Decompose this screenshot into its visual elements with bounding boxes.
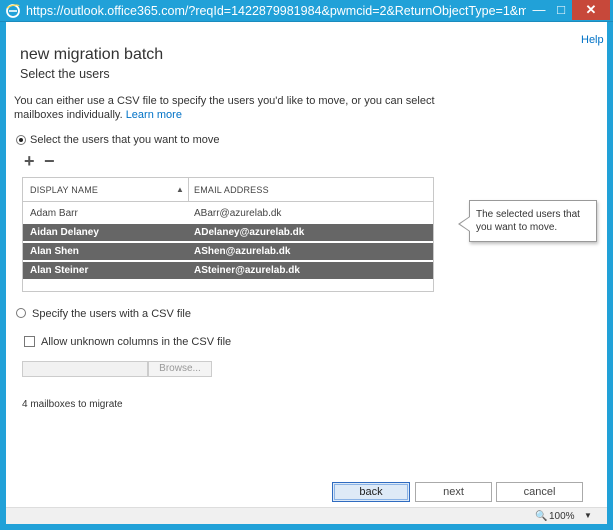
callout-pointer-fill [460,217,470,231]
row-display-name: Adam Barr [30,208,78,219]
chevron-down-icon[interactable]: ▼ [584,511,592,520]
table-row[interactable]: Alan Shen AShen@azurelab.dk [23,243,433,260]
column-divider[interactable] [188,178,189,202]
row-email-address: ABarr@azurelab.dk [194,208,282,219]
page-title: new migration batch [20,46,164,63]
row-email-address: ASteiner@azurelab.dk [194,265,300,276]
back-button[interactable]: back [332,482,410,502]
row-display-name: Alan Shen [30,246,79,257]
browser-titlebar: https://outlook.office365.com/?reqId=142… [0,0,613,22]
page-subtitle: Select the users [20,67,110,81]
csv-file-label[interactable]: Specify the users with a CSV file [32,308,191,320]
dialog-content: Help new migration batch Select the user… [6,22,607,507]
select-users-label[interactable]: Select the users that you want to move [30,134,220,146]
sort-ascending-icon[interactable]: ▲ [176,185,184,194]
column-header-email-address[interactable]: EMAIL ADDRESS [194,185,269,195]
add-icon[interactable]: + [24,152,35,170]
table-row[interactable]: Adam Barr ABarr@azurelab.dk [23,205,433,222]
allow-unknown-columns-label[interactable]: Allow unknown columns in the CSV file [41,336,231,348]
column-header-display-name[interactable]: DISPLAY NAME [30,185,98,195]
maximize-button[interactable]: □ [550,0,572,20]
allow-unknown-columns-checkbox[interactable] [24,336,35,347]
intro-text: You can either use a CSV file to specify… [14,94,454,122]
window-frame-right [607,22,613,530]
window-frame-bottom [0,524,613,530]
browse-button: Browse... [148,361,212,377]
remove-icon[interactable]: − [44,152,55,170]
users-grid: DISPLAY NAME ▲ EMAIL ADDRESS Adam Barr A… [22,177,434,292]
grid-header: DISPLAY NAME ▲ EMAIL ADDRESS [23,178,433,202]
csv-file-radio[interactable] [16,308,26,318]
zoom-level[interactable]: 100% [549,511,575,522]
selection-callout: The selected users that you want to move… [469,200,597,242]
ie-logo-icon [6,4,20,18]
status-bar: 🔍 100% ▼ [6,507,607,524]
mailbox-count: 4 mailboxes to migrate [22,399,123,410]
select-users-radio[interactable] [16,135,26,145]
minimize-button[interactable]: — [528,0,550,20]
csv-file-path-input [22,361,148,377]
row-display-name: Aidan Delaney [30,227,99,238]
learn-more-link[interactable]: Learn more [126,109,182,121]
row-email-address: AShen@azurelab.dk [194,246,291,257]
intro-description: You can either use a CSV file to specify… [14,95,435,121]
cancel-button[interactable]: cancel [496,482,583,502]
close-window-button[interactable]: ✕ [572,0,610,20]
zoom-icon[interactable]: 🔍 [535,511,547,522]
address-url[interactable]: https://outlook.office365.com/?reqId=142… [26,4,526,18]
row-email-address: ADelaney@azurelab.dk [194,227,305,238]
table-row[interactable]: Aidan Delaney ADelaney@azurelab.dk [23,224,433,241]
table-row[interactable]: Alan Steiner ASteiner@azurelab.dk [23,262,433,279]
next-button[interactable]: next [415,482,492,502]
callout-text: The selected users that you want to move… [476,209,580,233]
row-display-name: Alan Steiner [30,265,89,276]
help-link[interactable]: Help [581,34,604,46]
